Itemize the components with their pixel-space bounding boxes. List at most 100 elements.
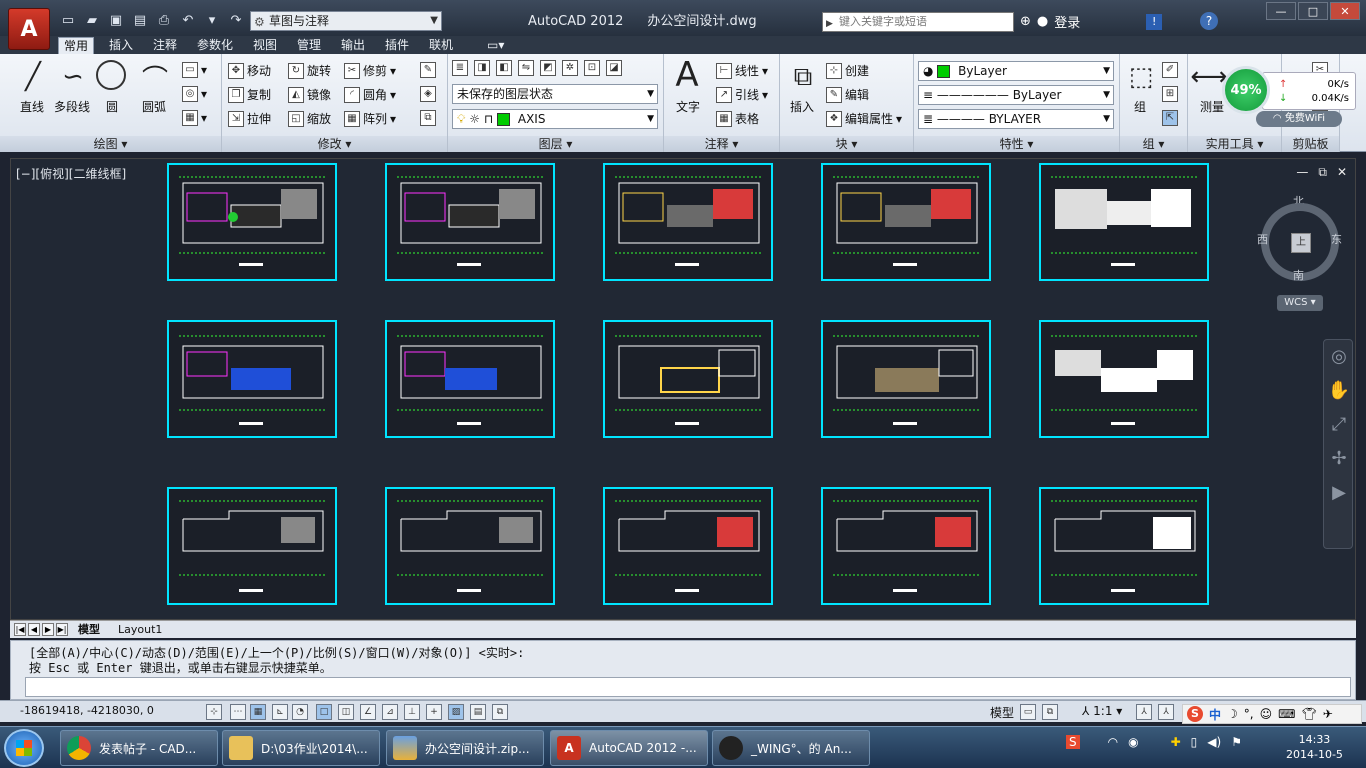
save-icon[interactable]: ▣ (106, 10, 126, 30)
text-button[interactable]: 文字 (676, 98, 700, 115)
rotate-button[interactable]: ↻ 旋转 (288, 62, 331, 79)
3d-osnap-icon[interactable]: ◫ (338, 704, 354, 720)
table-button[interactable]: ▦ 表格 (716, 110, 759, 127)
layer-off-icon[interactable]: ◩ (540, 60, 556, 76)
circle-icon[interactable] (96, 60, 126, 90)
move-button[interactable]: ✥ 移动 (228, 62, 271, 79)
emoji-icon[interactable]: ☺ (1260, 707, 1273, 721)
ellipse-button[interactable]: ◎ ▾ (182, 86, 207, 102)
tab-home[interactable]: 常用 (58, 37, 95, 54)
open-file-icon[interactable]: ▰ (82, 10, 102, 30)
scale-button[interactable]: ◱ 缩放 (288, 110, 331, 127)
layer-freeze-icon[interactable]: ✲ (562, 60, 578, 76)
object-snap-icon[interactable]: □ (316, 704, 332, 720)
minimize-icon[interactable]: — (1296, 165, 1308, 180)
stretch-button[interactable]: ⇲ 拉伸 (228, 110, 271, 127)
keyboard-icon[interactable]: ⌨ (1278, 707, 1295, 721)
maximize-button[interactable]: □ (1298, 2, 1328, 20)
close-icon[interactable]: ✕ (1337, 165, 1347, 180)
layer-lock-icon[interactable]: ⊡ (584, 60, 600, 76)
mirror-button[interactable]: ◭ 镜像 (288, 86, 331, 103)
linetype-select[interactable]: ≡ —————— ByLayer ▼ (918, 85, 1114, 105)
tab-plugins[interactable]: 插件 (380, 37, 414, 54)
steering-wheel-icon[interactable]: ◎ (1324, 340, 1354, 374)
wcs-menu[interactable]: WCS ▾ (1277, 295, 1323, 311)
sogou-icon[interactable]: S (1187, 706, 1203, 722)
group-edit-icon[interactable]: ⊞ (1162, 86, 1178, 102)
tab-insert[interactable]: 插入 (104, 37, 138, 54)
zoom-extents-icon[interactable]: ⤢ (1324, 408, 1354, 442)
panel-properties-title[interactable]: 特性 ▾ (914, 136, 1119, 152)
taskbar-item[interactable]: 发表帖子 - CAD... (60, 730, 218, 766)
undo-dropdown-icon[interactable]: ▾ (202, 10, 222, 30)
quick-view-layouts-icon[interactable]: ▭ (1020, 704, 1036, 720)
insert-button[interactable]: 插入 (790, 98, 814, 115)
layer-properties-icon[interactable]: ≣ (452, 60, 468, 76)
skin-icon[interactable]: 👕︎ (1301, 707, 1316, 721)
taskbar-item[interactable]: A AutoCAD 2012 -... (550, 730, 708, 766)
copy-button[interactable]: ❐ 复制 (228, 86, 271, 103)
edit-block-button[interactable]: ✎ 编辑 (826, 86, 869, 103)
insert-block-icon[interactable]: ⧉ (786, 60, 820, 94)
drawing-canvas[interactable]: [−][俯视][二维线框] — ⧉ ✕ 北 上 西 东 南 WCS ▾ ◎ ✋ … (10, 158, 1356, 620)
object-snap-tracking-icon[interactable]: ∠ (360, 704, 376, 720)
viewport-controls-label[interactable]: [−][俯视][二维线框] (16, 165, 126, 182)
layer-isolate-icon[interactable]: ◨ (474, 60, 490, 76)
polyline-button[interactable]: 多段线 (54, 98, 90, 115)
circle-button[interactable]: 圆 (106, 98, 118, 115)
tab-parametric[interactable]: 参数化 (192, 37, 238, 54)
infer-constraints-icon[interactable]: ⊹ (206, 704, 222, 720)
compass-west[interactable]: 西 (1257, 231, 1268, 247)
fillet-button[interactable]: ◜ 圆角 ▾ (344, 86, 396, 103)
offset-icon[interactable]: ⧉ (420, 110, 436, 126)
layer-select[interactable]: 💡︎ ☼ ⊓ AXIS ▼ (452, 109, 658, 129)
create-block-button[interactable]: ⊹ 创建 (826, 62, 869, 79)
compass-east[interactable]: 东 (1331, 231, 1342, 247)
panel-block-title[interactable]: 块 ▾ (780, 136, 913, 152)
line-button[interactable]: 直线 (20, 98, 44, 115)
save-as-icon[interactable]: ▤ (130, 10, 150, 30)
polar-tracking-icon[interactable]: ◔ (292, 704, 308, 720)
grid-display-icon[interactable]: ▦ (250, 704, 266, 720)
tab-annotate[interactable]: 注释 (148, 37, 182, 54)
pan-icon[interactable]: ✋ (1324, 374, 1354, 408)
group-button[interactable]: 组 (1134, 98, 1146, 115)
panel-clipboard-title[interactable]: 剪贴板 (1282, 136, 1339, 152)
arc-button[interactable]: 圆弧 (142, 98, 166, 115)
hatch-button[interactable]: ▦ ▾ (182, 110, 207, 126)
annotation-scale[interactable]: ⅄ 1:1 ▾ (1082, 704, 1122, 718)
binoculars-icon[interactable]: ⊕ (1020, 14, 1031, 29)
compass-south[interactable]: 南 (1293, 267, 1304, 283)
start-button[interactable] (4, 729, 44, 767)
measure-button[interactable]: 测量 (1200, 98, 1224, 115)
360-tray-icon[interactable]: ✚ (1171, 735, 1181, 749)
dynamic-input-icon[interactable]: ⊥ (404, 704, 420, 720)
showmotion-icon[interactable]: ▶ (1324, 476, 1354, 510)
edit-attributes-button[interactable]: ❖ 编辑属性 ▾ (826, 110, 902, 127)
tab-output[interactable]: 输出 (336, 37, 370, 54)
login-label[interactable]: 登录 (1054, 12, 1080, 31)
polyline-icon[interactable]: ∽ (56, 60, 90, 94)
workspace-select[interactable]: ⚙ 草图与注释 ▼ (250, 11, 442, 31)
prev-tab-icon[interactable]: ◀ (28, 623, 40, 636)
snap-mode-icon[interactable]: ⋯ (230, 704, 246, 720)
orbit-icon[interactable]: ✢ (1324, 442, 1354, 476)
free-wifi-button[interactable]: ◠ 免费WiFi (1256, 111, 1342, 127)
panel-layers-title[interactable]: 图层 ▾ (448, 136, 663, 152)
command-input[interactable] (25, 677, 1351, 697)
group-icon[interactable]: ⬚ (1124, 60, 1158, 94)
usb-tray-icon[interactable]: ▯ (1191, 735, 1198, 749)
tab-model[interactable]: 模型 (78, 622, 100, 638)
redo-icon[interactable]: ↷ (226, 10, 246, 30)
first-tab-icon[interactable]: |◀ (14, 623, 26, 636)
viewcube-top-face[interactable]: 上 (1291, 233, 1311, 253)
volume-tray-icon[interactable]: ◀) (1207, 735, 1221, 749)
wifi-tray-icon[interactable]: ◠ (1108, 735, 1118, 749)
layer-state-select[interactable]: 未保存的图层状态 ▼ (452, 84, 658, 104)
panel-utilities-title[interactable]: 实用工具 ▾ (1188, 136, 1281, 152)
layer-walk-icon[interactable]: ◪ (606, 60, 622, 76)
taskbar-item[interactable]: D:\03作业\2014\... (222, 730, 380, 766)
network-tray-icon[interactable]: ◉ (1128, 735, 1138, 749)
coordinates-display[interactable]: -18619418, -4218030, 0 (20, 704, 154, 717)
quick-properties-icon[interactable]: ▤ (470, 704, 486, 720)
